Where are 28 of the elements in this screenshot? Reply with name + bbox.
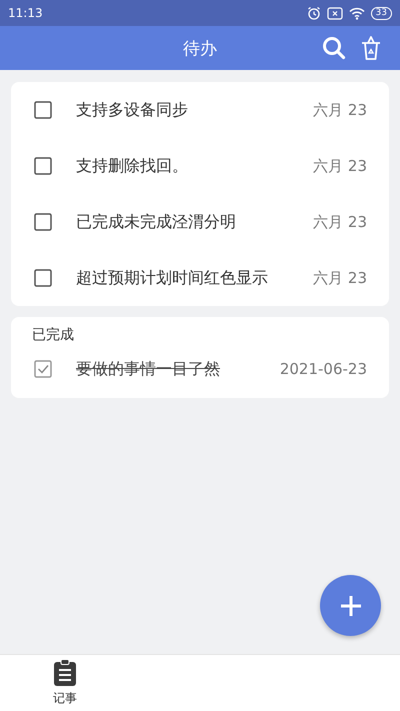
todo-text[interactable]: 支持删除找回。 [76,156,314,176]
todo-date: 2021-06-23 [280,360,367,378]
todo-text[interactable]: 超过预期计划时间红色显示 [76,268,314,288]
recycle-bin-icon[interactable] [360,35,382,61]
battery-indicator: 33 [370,6,392,20]
alarm-icon [306,6,321,20]
todo-text[interactable]: 要做的事情一目了然 [76,358,280,380]
nav-tab[interactable]: 记事 [0,655,130,711]
todo-date: 六月 23 [313,156,367,176]
todo-date: 六月 23 [313,268,367,288]
todo-text[interactable]: 支持多设备同步 [76,100,314,120]
section-title: 已完成 [31,326,75,344]
checkbox[interactable] [34,157,52,175]
todo-date: 六月 23 [313,100,367,120]
plus-icon [338,594,362,618]
page-title: 待办 [183,38,217,60]
status-time: 11:13 [8,6,43,20]
wifi-icon [348,6,365,20]
checkbox[interactable] [34,360,52,378]
checkbox[interactable] [34,269,52,287]
checkbox[interactable] [34,101,52,119]
todo-text[interactable]: 已完成未完成泾渭分明 [76,212,314,232]
todo-date: 六月 23 [313,212,367,232]
checkbox[interactable] [34,213,52,231]
add-button[interactable] [320,575,381,636]
sim-icon [326,6,343,20]
clipboard-icon [53,659,77,687]
search-icon[interactable] [322,36,346,60]
